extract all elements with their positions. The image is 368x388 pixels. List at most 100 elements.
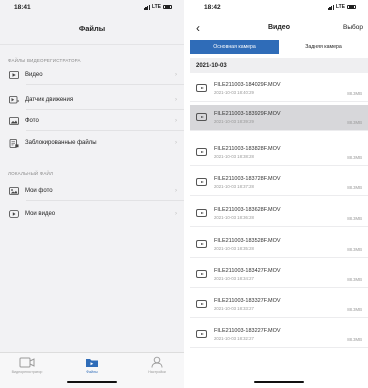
menu-item-my-videos[interactable]: Мои видео › <box>0 205 184 223</box>
file-date: 2021-10-03 18:36:28 <box>214 215 254 220</box>
file-row[interactable]: FILE211003-183628F.MOV 2021-10-03 18:36:… <box>190 201 368 227</box>
file-row[interactable]: FILE211003-183828F.MOV 2021-10-03 18:38:… <box>190 140 368 166</box>
segment-main-camera[interactable]: Основная камера <box>190 40 279 54</box>
file-size: 88.3MB <box>347 185 362 190</box>
tab-label: Файлы <box>86 370 98 374</box>
play-icon <box>196 330 207 338</box>
file-name: FILE211003-183327F.MOV <box>214 298 281 304</box>
file-row-selected[interactable]: FILE211003-183929F.MOV 2021-10-03 18:39:… <box>190 105 368 131</box>
file-size: 88.3MB <box>347 247 362 252</box>
play-icon <box>196 178 207 186</box>
menu-item-label: Мои видео <box>25 211 56 217</box>
play-icon <box>196 113 207 121</box>
file-size: 88.3MB <box>347 155 362 160</box>
file-name: FILE211003-183728F.MOV <box>214 176 281 182</box>
video-list-screen: 18:42 LTE ‹ Видео Выбор Основная камера … <box>190 0 368 388</box>
video-list-icon <box>9 71 19 79</box>
my-video-icon <box>9 210 19 218</box>
play-icon <box>196 84 207 92</box>
menu-item-video[interactable]: Видео › <box>0 66 184 84</box>
file-date: 2021-10-03 18:35:28 <box>214 246 254 251</box>
menu-item-label: Датчик движения <box>25 97 74 103</box>
menu-item-label: Видео <box>25 72 43 78</box>
menu-item-label: Фото <box>25 118 39 124</box>
file-size: 88.3MB <box>347 307 362 312</box>
file-row[interactable]: FILE211003-183427F.MOV 2021-10-03 18:34:… <box>190 262 368 288</box>
file-name: FILE211003-183628F.MOV <box>214 207 281 213</box>
divider <box>26 200 184 201</box>
signal-icon <box>327 4 334 10</box>
file-size: 88.3MB <box>347 337 362 342</box>
home-indicator <box>67 381 117 383</box>
file-size: 88.3MB <box>347 91 362 96</box>
menu-item-photo[interactable]: Фото › <box>0 112 184 130</box>
status-bar: 18:41 LTE <box>0 0 184 14</box>
motion-sensor-icon <box>9 96 19 104</box>
tab-dashcam[interactable]: Видеорегистратор <box>2 356 52 374</box>
menu-item-label: Заблокированные файлы <box>25 140 97 146</box>
divider <box>26 109 184 110</box>
menu-item-locked-files[interactable]: Заблокированные файлы › <box>0 134 184 152</box>
status-time: 18:41 <box>14 4 31 11</box>
tab-label: Видеорегистратор <box>11 370 43 374</box>
file-size: 88.3MB <box>347 120 362 125</box>
menu-item-motion-sensor[interactable]: Датчик движения › <box>0 91 184 109</box>
tab-label: Настройки <box>148 370 166 374</box>
battery-icon <box>163 4 172 10</box>
battery-icon <box>347 4 356 10</box>
date-section-header: 2021-10-03 <box>190 58 368 73</box>
signal-icon <box>143 4 150 10</box>
files-screen: 18:41 LTE Файлы ФАЙЛЫ ВИДЕОРЕГИСТРАТОРА … <box>0 0 184 388</box>
page-title: Файлы <box>78 24 106 33</box>
file-date: 2021-10-03 18:34:27 <box>214 276 254 281</box>
file-date: 2021-10-03 18:33:27 <box>214 306 254 311</box>
menu-item-my-photos[interactable]: Мои фото › <box>0 182 184 200</box>
play-icon <box>196 270 207 278</box>
file-date: 2021-10-03 18:32:27 <box>214 336 254 341</box>
select-button[interactable]: Выбор <box>343 24 363 31</box>
profile-icon <box>132 356 182 368</box>
chevron-right-icon: › <box>175 72 177 78</box>
photo-icon <box>9 117 19 125</box>
file-date: 2021-10-03 18:37:28 <box>214 184 254 189</box>
status-time: 18:42 <box>204 4 221 11</box>
play-icon <box>196 148 207 156</box>
file-row[interactable]: FILE211003-183227F.MOV 2021-10-03 18:32:… <box>190 322 368 348</box>
tab-files[interactable]: Файлы <box>67 356 117 374</box>
tab-bar: Видеорегистратор Файлы Настройки <box>0 352 184 388</box>
network-label: LTE <box>335 4 345 10</box>
file-row[interactable]: FILE211003-183728F.MOV 2021-10-03 18:37:… <box>190 170 368 196</box>
chevron-right-icon: › <box>175 118 177 124</box>
file-date: 2021-10-03 18:39:29 <box>214 119 254 124</box>
folder-icon <box>67 356 117 368</box>
chevron-right-icon: › <box>175 211 177 217</box>
file-size: 88.3MB <box>347 216 362 221</box>
dashcam-icon <box>2 356 52 368</box>
chevron-right-icon: › <box>175 140 177 146</box>
file-row[interactable]: FILE211003-183327F.MOV 2021-10-03 18:33:… <box>190 292 368 318</box>
locked-files-icon <box>9 138 19 148</box>
play-icon <box>196 209 207 217</box>
chevron-right-icon: › <box>175 97 177 103</box>
home-indicator <box>254 381 304 383</box>
file-row[interactable]: FILE211003-184029F.MOV 2021-10-03 18:40:… <box>190 76 368 102</box>
file-name: FILE211003-183929F.MOV <box>214 111 281 117</box>
tab-settings[interactable]: Настройки <box>132 356 182 374</box>
file-name: FILE211003-183528F.MOV <box>214 238 281 244</box>
segment-rear-camera[interactable]: Задняя камера <box>279 40 368 54</box>
file-row[interactable]: FILE211003-183528F.MOV 2021-10-03 18:35:… <box>190 232 368 258</box>
file-name: FILE211003-183227F.MOV <box>214 328 281 334</box>
play-icon <box>196 240 207 248</box>
camera-segmented-control: Основная камера Задняя камера <box>190 40 368 54</box>
file-date: 2021-10-03 18:40:29 <box>214 90 254 95</box>
network-label: LTE <box>151 4 161 10</box>
menu-item-label: Мои фото <box>25 188 53 194</box>
divider <box>26 84 184 85</box>
nav-bar: ‹ Видео Выбор <box>190 21 368 38</box>
page-title: Видео <box>268 24 290 31</box>
file-name: FILE211003-183427F.MOV <box>214 268 281 274</box>
section-label-dashcam-files: ФАЙЛЫ ВИДЕОРЕГИСТРАТОРА <box>8 58 81 63</box>
status-bar: 18:42 LTE <box>190 0 368 14</box>
my-photo-icon <box>9 187 19 195</box>
file-name: FILE211003-183828F.MOV <box>214 146 281 152</box>
